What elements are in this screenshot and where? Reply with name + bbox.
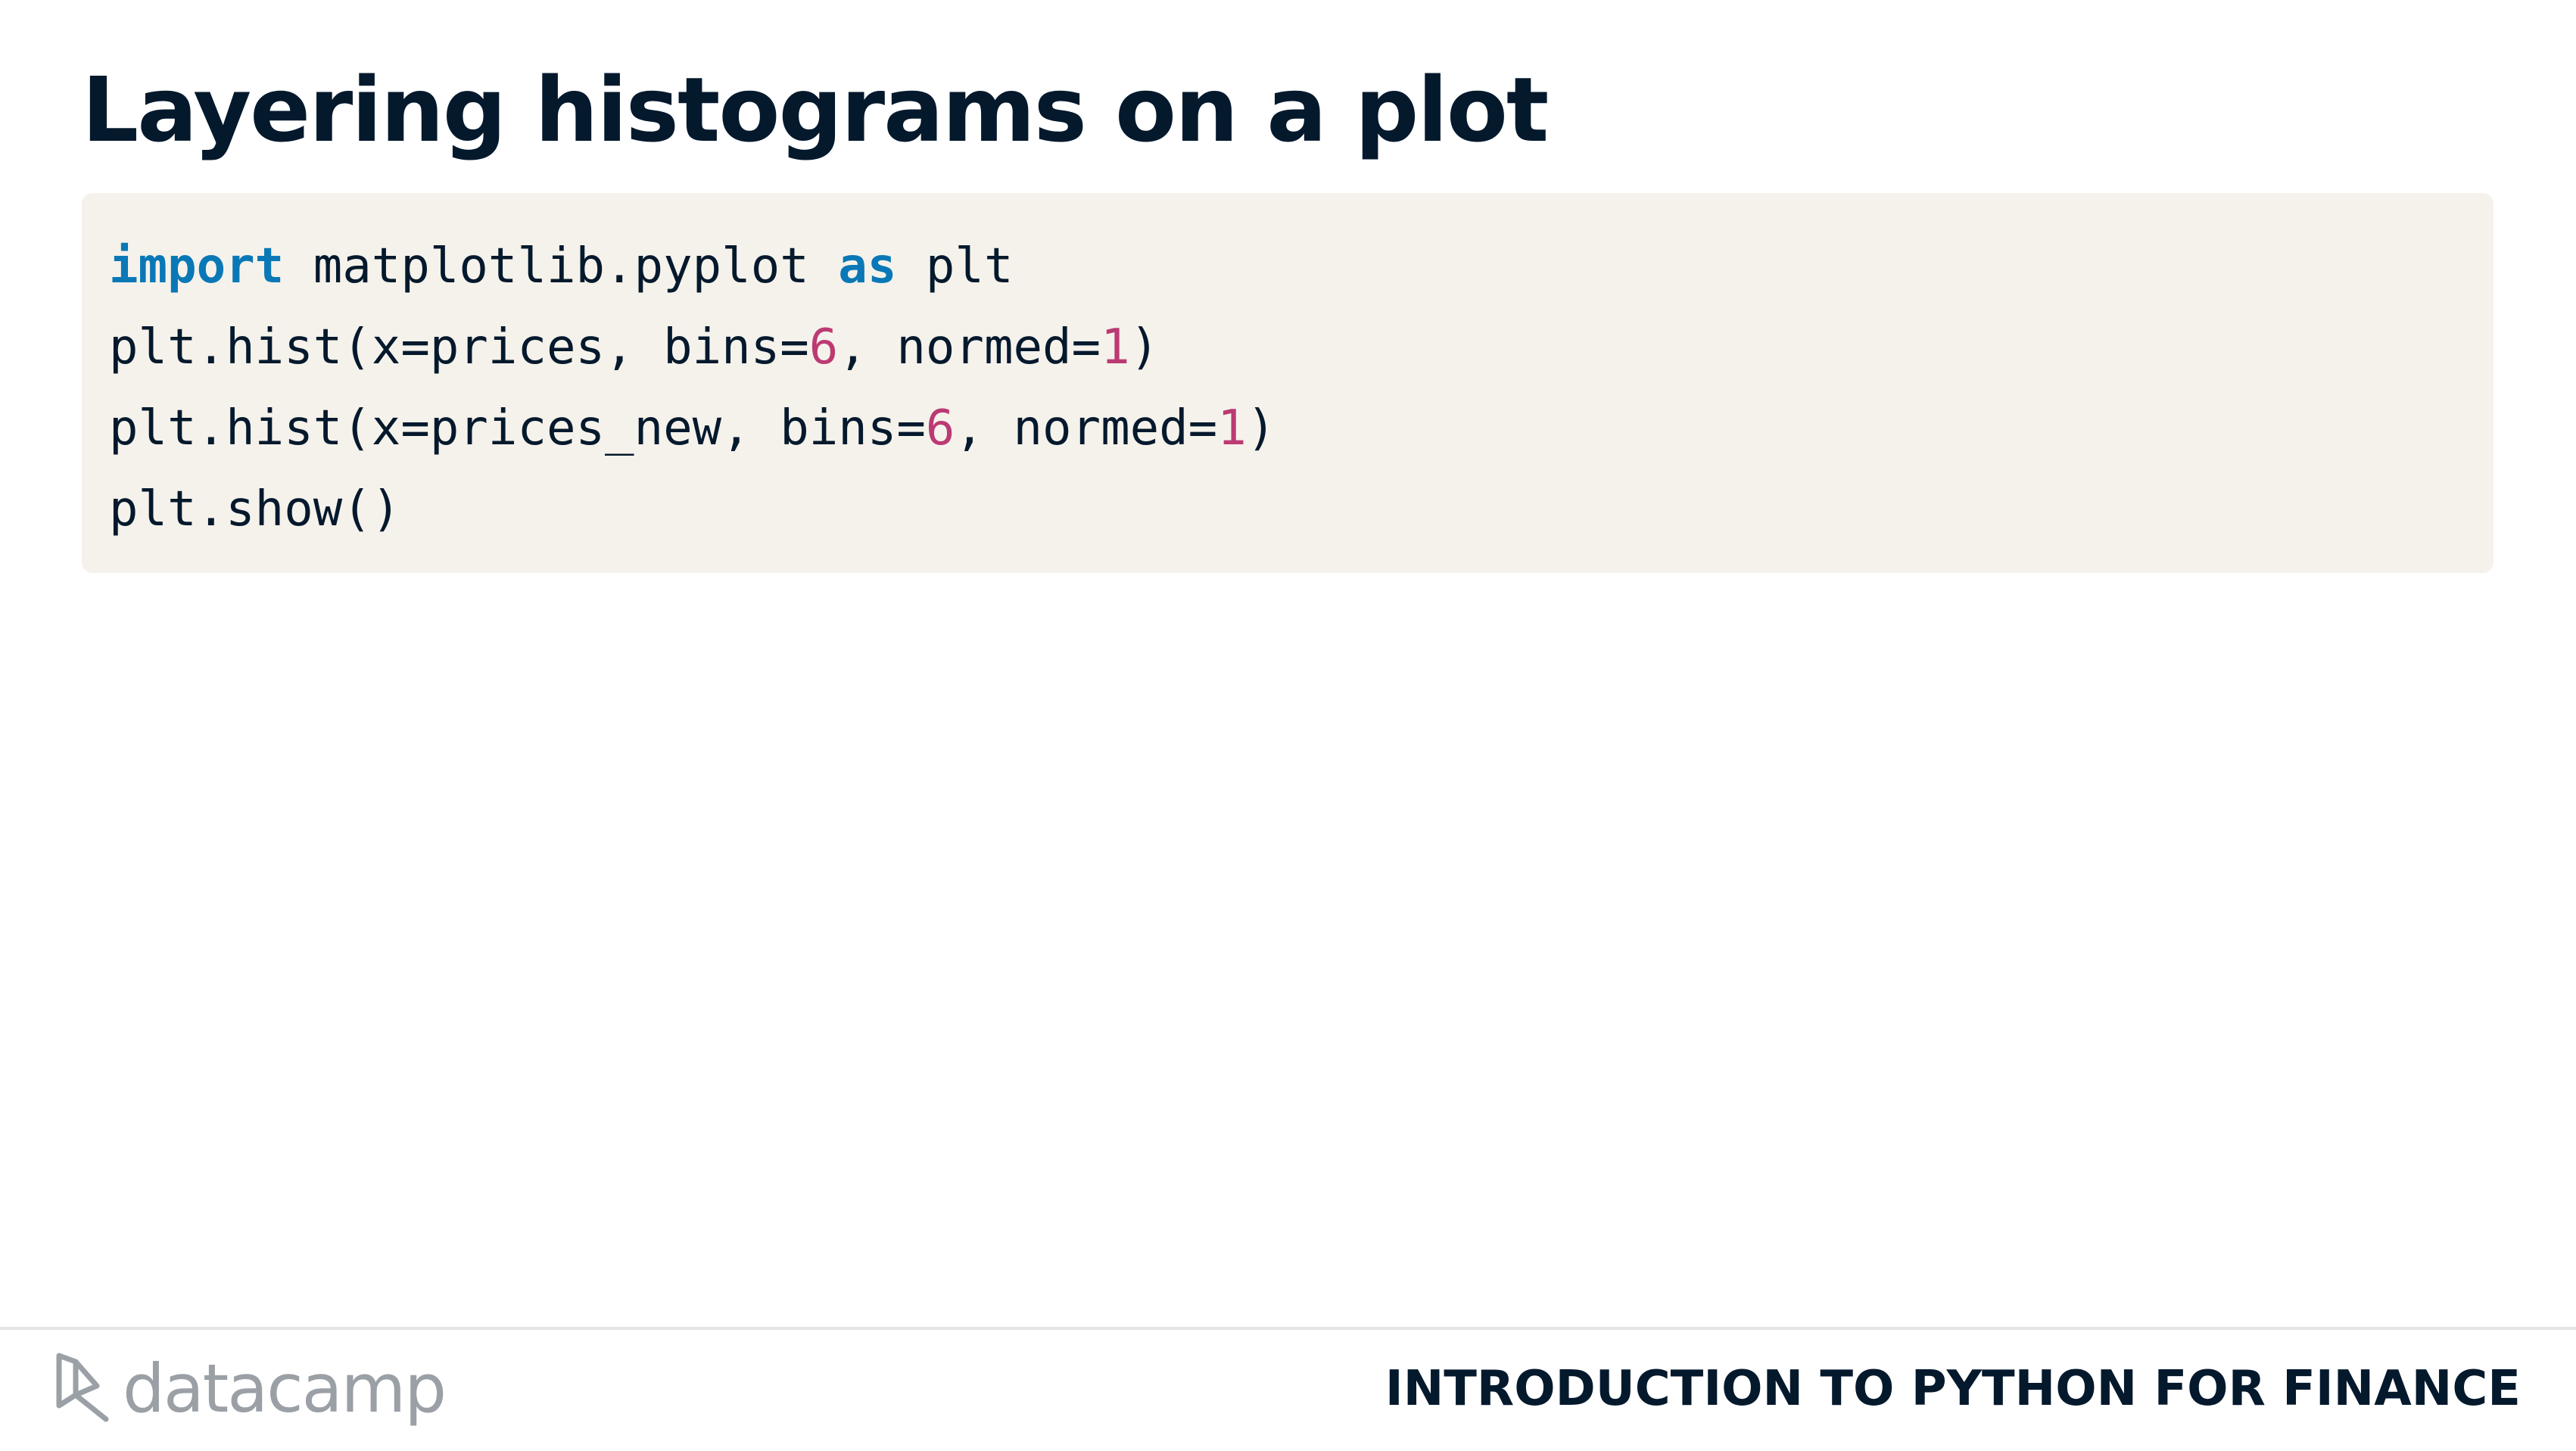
code-line-3: plt.hist(x=prices_new, bins=6, normed=1) <box>109 388 2493 469</box>
code-number: 1 <box>1101 319 1130 375</box>
code-line-4: plt.show() <box>109 469 2493 550</box>
code-alias: plt <box>896 238 1014 294</box>
code-number: 6 <box>808 319 839 375</box>
logo-wordmark: datacamp <box>123 1350 447 1428</box>
slide-title: Layering histograms on a plot <box>82 58 1549 162</box>
code-line-1: import matplotlib.pyplot as plt <box>109 226 2493 307</box>
code-text: , normed= <box>838 319 1101 375</box>
keyword-as: as <box>838 238 897 294</box>
course-name: INTRODUCTION TO PYTHON FOR FINANCE <box>1385 1361 2521 1417</box>
code-module: matplotlib.pyplot <box>284 238 839 294</box>
keyword-import: import <box>109 238 285 294</box>
footer-divider <box>0 1327 2576 1330</box>
code-text: plt.hist(x=prices, bins= <box>109 319 809 375</box>
code-text: plt.show() <box>109 481 401 537</box>
datacamp-logo: datacamp <box>53 1347 447 1431</box>
code-text: plt.hist(x=prices_new, bins= <box>109 400 926 456</box>
code-text: ) <box>1246 400 1276 456</box>
datacamp-logo-icon <box>56 1353 109 1422</box>
code-text: ) <box>1129 319 1160 375</box>
code-text: , normed= <box>955 400 1218 456</box>
code-number: 6 <box>925 400 955 456</box>
code-number: 1 <box>1217 400 1247 456</box>
code-line-2: plt.hist(x=prices, bins=6, normed=1) <box>109 307 2493 388</box>
code-block: import matplotlib.pyplot as plt plt.hist… <box>82 193 2493 573</box>
